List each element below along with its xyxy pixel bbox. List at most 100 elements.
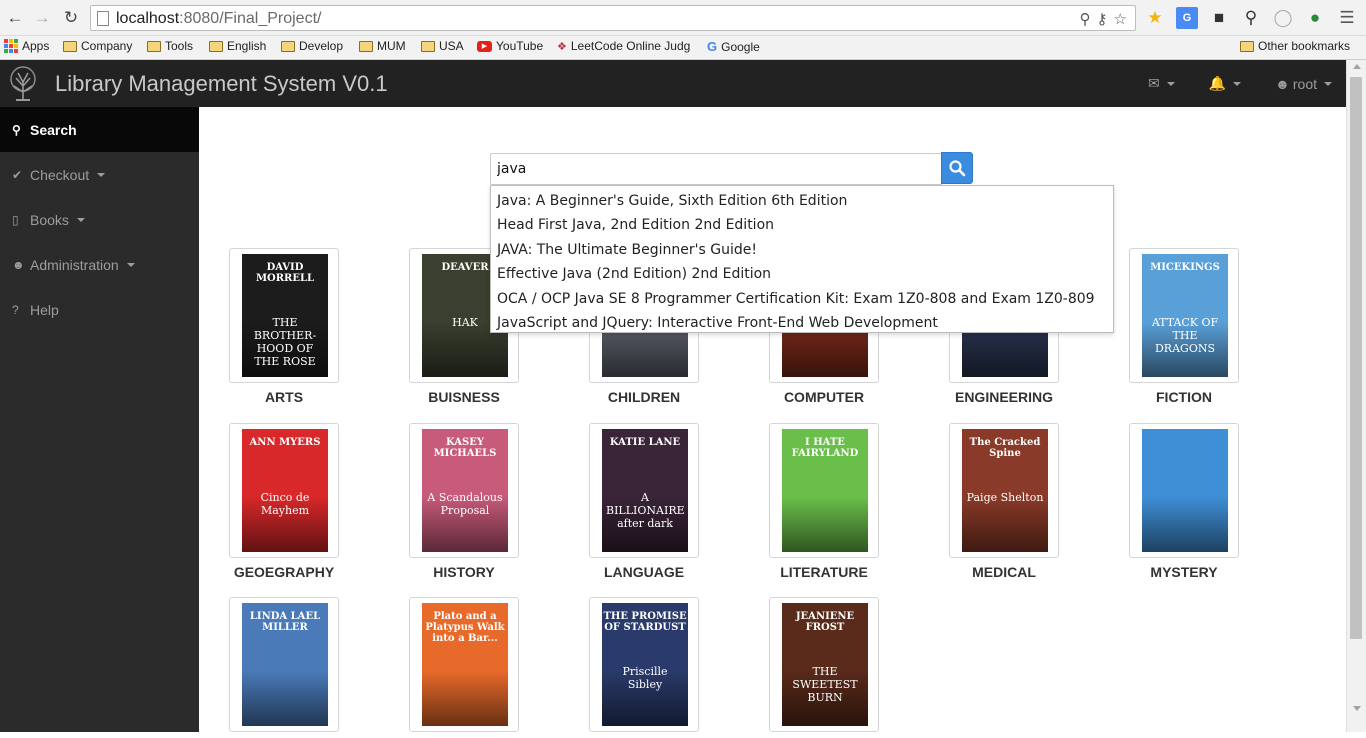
- search-input[interactable]: [490, 153, 942, 185]
- category-label[interactable]: LITERATURE: [749, 564, 899, 580]
- bookmark-apps[interactable]: Apps: [4, 39, 49, 53]
- category-tile[interactable]: ANN MYERS Cinco de Mayhem GEOEGRAPHY: [229, 423, 339, 580]
- category-tile[interactable]: KASEY MICHAELS A Scandalous Proposal HISTO…: [409, 423, 519, 580]
- back-arrow-icon[interactable]: ←: [4, 7, 26, 29]
- sidebar-item-help[interactable]: ? Help: [0, 287, 199, 332]
- book-cover-image[interactable]: I HATE FAIRYLAND: [782, 429, 868, 552]
- book-cover-frame[interactable]: DAVID MORRELL THE BROTHER-HOOD OF THE ROS…: [229, 248, 339, 383]
- suggestion-item[interactable]: Effective Java (2nd Edition) 2nd Edition: [491, 262, 1113, 286]
- book-cover-image[interactable]: ANN MYERS Cinco de Mayhem: [242, 429, 328, 552]
- sidebar-item-label: Books: [30, 211, 69, 228]
- bookmark-google[interactable]: G Google: [707, 39, 760, 54]
- book-cover-frame[interactable]: MICEKINGS ATTACK OF THE DRAGONS: [1129, 248, 1239, 383]
- book-cover-image[interactable]: [1142, 429, 1228, 552]
- category-tile[interactable]: MICEKINGS ATTACK OF THE DRAGONS FICTION: [1129, 248, 1239, 405]
- suggestion-item[interactable]: Head First Java, 2nd Edition 2nd Edition: [491, 213, 1113, 237]
- book-cover-image[interactable]: JEANIENE FROST THE SWEETEST BURN: [782, 603, 868, 726]
- globe-extension-icon[interactable]: ●: [1304, 7, 1326, 29]
- address-bar[interactable]: localhost:8080/Final_Project/ ⚲ ⚷ ☆: [90, 5, 1136, 31]
- book-cover-frame[interactable]: KASEY MICHAELS A Scandalous Proposal: [409, 423, 519, 558]
- tree-logo-icon[interactable]: [6, 66, 40, 102]
- book-cover-frame[interactable]: The Cracked Spine Paige Shelton: [949, 423, 1059, 558]
- category-label[interactable]: MEDICAL: [929, 564, 1079, 580]
- search-button[interactable]: [941, 152, 973, 184]
- category-tile[interactable]: LINDA LAEL MILLER: [229, 597, 339, 738]
- zoom-icon[interactable]: ⚲: [1080, 10, 1091, 28]
- category-label[interactable]: LANGUAGE: [569, 564, 719, 580]
- bookmark-leetcode[interactable]: ❖ LeetCode Online Judg: [557, 39, 693, 53]
- bookmark-develop[interactable]: Develop: [281, 39, 343, 53]
- scroll-thumb[interactable]: [1350, 77, 1362, 639]
- sidebar-item-books[interactable]: ▯ Books: [0, 197, 199, 242]
- chrome-menu-icon[interactable]: ☰: [1336, 7, 1358, 29]
- sidebar-item-administration[interactable]: ☻ Administration: [0, 242, 199, 287]
- bookmark-youtube[interactable]: ▶ YouTube: [477, 39, 543, 53]
- book-cover-image[interactable]: DAVID MORRELL THE BROTHER-HOOD OF THE ROS…: [242, 254, 328, 377]
- suggestion-item[interactable]: JAVA: The Ultimate Beginner's Guide!: [491, 238, 1113, 262]
- category-label[interactable]: CHILDREN: [569, 389, 719, 405]
- category-label[interactable]: GEOEGRAPHY: [209, 564, 359, 580]
- book-cover-frame[interactable]: [1129, 423, 1239, 558]
- book-cover-frame[interactable]: JEANIENE FROST THE SWEETEST BURN: [769, 597, 879, 732]
- book-cover-image[interactable]: The Cracked Spine Paige Shelton: [962, 429, 1048, 552]
- category-tile[interactable]: JEANIENE FROST THE SWEETEST BURN: [769, 597, 879, 738]
- book-cover-image[interactable]: MICEKINGS ATTACK OF THE DRAGONS: [1142, 254, 1228, 377]
- book-cover-frame[interactable]: ANN MYERS Cinco de Mayhem: [229, 423, 339, 558]
- category-label[interactable]: ENGINEERING: [929, 389, 1079, 405]
- star-icon[interactable]: ☆: [1114, 10, 1127, 28]
- page-scrollbar[interactable]: [1346, 60, 1366, 732]
- book-cover-image[interactable]: KATIE LANE A BILLIONAIRE after dark: [602, 429, 688, 552]
- category-tile[interactable]: I HATE FAIRYLAND LITERATURE: [769, 423, 879, 580]
- book-cover-frame[interactable]: LINDA LAEL MILLER: [229, 597, 339, 732]
- sidebar-item-checkout[interactable]: ✔ Checkout: [0, 152, 199, 197]
- book-cover-image[interactable]: THE PROMISE OF STARDUST Priscille Sibley: [602, 603, 688, 726]
- forward-arrow-icon[interactable]: →: [31, 7, 53, 29]
- category-label[interactable]: HISTORY: [389, 564, 539, 580]
- category-tile[interactable]: The Cracked Spine Paige Shelton MEDICAL: [949, 423, 1059, 580]
- scroll-up-icon[interactable]: [1353, 64, 1361, 69]
- category-tile[interactable]: DAVID MORRELL THE BROTHER-HOOD OF THE ROS…: [229, 248, 339, 405]
- bookmark-usa[interactable]: USA: [421, 39, 464, 53]
- category-label[interactable]: FICTION: [1109, 389, 1259, 405]
- suggestion-item[interactable]: OCA / OCP Java SE 8 Programmer Certifica…: [491, 287, 1113, 311]
- book-cover-image[interactable]: Plato and a Platypus Walk into a Bar...: [422, 603, 508, 726]
- book-cover-frame[interactable]: Plato and a Platypus Walk into a Bar...: [409, 597, 519, 732]
- category-label[interactable]: MYSTERY: [1109, 564, 1259, 580]
- suggestion-item[interactable]: Java: A Beginner's Guide, Sixth Edition …: [491, 189, 1113, 213]
- book-cover-image[interactable]: KASEY MICHAELS A Scandalous Proposal: [422, 429, 508, 552]
- category-tile[interactable]: KATIE LANE A BILLIONAIRE after dark LANGUA…: [589, 423, 699, 580]
- messages-menu[interactable]: ✉: [1148, 75, 1175, 92]
- magnifier-extension-icon[interactable]: ⚲: [1240, 7, 1262, 29]
- bookmark-mum[interactable]: MUM: [359, 39, 406, 53]
- user-icon: ☻: [12, 257, 25, 272]
- reload-icon[interactable]: ↻: [60, 7, 82, 29]
- bookmark-english[interactable]: English: [209, 39, 266, 53]
- bookmark-tools[interactable]: Tools: [147, 39, 193, 53]
- notifications-menu[interactable]: 🔔: [1209, 75, 1242, 92]
- category-label[interactable]: BUISNESS: [389, 389, 539, 405]
- app-title[interactable]: Library Management System V0.1: [55, 71, 388, 97]
- translate-icon[interactable]: G: [1176, 7, 1198, 29]
- category-tile[interactable]: Plato and a Platypus Walk into a Bar...: [409, 597, 519, 738]
- book-cover-frame[interactable]: I HATE FAIRYLAND: [769, 423, 879, 558]
- book-cover-frame[interactable]: THE PROMISE OF STARDUST Priscille Sibley: [589, 597, 699, 732]
- scroll-down-icon[interactable]: [1353, 706, 1361, 711]
- book-cover-image[interactable]: LINDA LAEL MILLER: [242, 603, 328, 726]
- bookmark-label: USA: [439, 39, 464, 53]
- circle-extension-icon[interactable]: ◯: [1272, 7, 1294, 29]
- extension-star-icon[interactable]: ★: [1144, 7, 1166, 29]
- category-tile[interactable]: THE PROMISE OF STARDUST Priscille Sibley: [589, 597, 699, 738]
- bookmark-label: English: [227, 39, 267, 53]
- extension-puzzle-icon[interactable]: ■: [1208, 7, 1230, 29]
- user-menu[interactable]: ☻ root: [1275, 75, 1332, 92]
- bookmark-company[interactable]: Company: [63, 39, 132, 53]
- app-navbar: Library Management System V0.1 ✉ 🔔 ☻ root: [0, 60, 1346, 107]
- book-cover-frame[interactable]: KATIE LANE A BILLIONAIRE after dark: [589, 423, 699, 558]
- category-tile[interactable]: MYSTERY: [1129, 423, 1239, 580]
- suggestion-item[interactable]: JavaScript and JQuery: Interactive Front…: [491, 311, 1113, 335]
- sidebar-item-search[interactable]: ⚲ Search: [0, 107, 199, 152]
- category-label[interactable]: COMPUTER: [749, 389, 899, 405]
- bookmark-other[interactable]: Other bookmarks: [1240, 39, 1350, 53]
- key-icon[interactable]: ⚷: [1097, 10, 1108, 28]
- category-label[interactable]: ARTS: [209, 389, 359, 405]
